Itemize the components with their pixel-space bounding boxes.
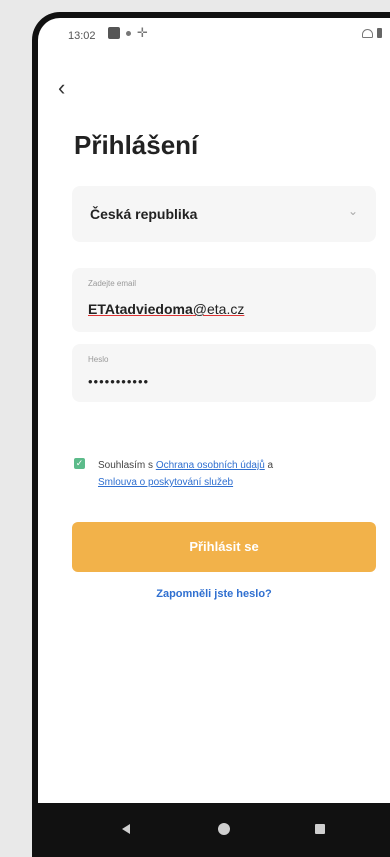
app-notification-icon [108,27,120,39]
email-field[interactable]: Zadejte email ETAtadviedoma@eta.cz [72,268,376,332]
country-select[interactable]: Česká republika ⌄ [72,186,376,242]
plus-notification-icon: ✛ [137,25,148,40]
consent-prefix: Souhlasím s [98,460,156,471]
battery-icon [377,28,382,38]
service-agreement-link[interactable]: Smlouva o poskytování služeb [98,477,233,488]
status-notification-icons: ✛ [108,25,148,40]
consent-middle: a [264,460,274,471]
password-field[interactable]: Heslo ••••••••••• [72,344,376,402]
email-label: Zadejte email [88,279,137,288]
login-screen: 13:02 ✛ ‹ Přihlášení Česká republika ⌄ Z… [38,18,390,818]
nav-recent-apps-icon[interactable] [315,824,325,834]
chevron-down-icon: ⌄ [347,204,358,218]
back-chevron-left-icon[interactable]: ‹ [58,76,78,100]
status-system-icons [362,28,382,38]
login-button[interactable]: Přihlásit se [72,522,376,572]
privacy-policy-link[interactable]: Ochrana osobních údajů [156,460,265,471]
nav-home-icon[interactable] [218,823,230,835]
system-nav-bar [32,803,390,857]
consent-checkbox[interactable]: ✓ [74,458,85,469]
page-title: Přihlášení [74,130,199,160]
country-value: Česká republika [90,206,198,222]
password-value: ••••••••••• [88,374,150,389]
email-value-user: ETAtadviedoma [88,301,193,317]
wifi-icon [362,28,373,38]
email-value-domain: @eta.cz [192,301,245,317]
email-value: ETAtadviedoma@eta.cz [88,301,244,317]
nav-back-icon[interactable] [122,824,130,834]
password-label: Heslo [88,355,109,364]
consent-text: Souhlasím s Ochrana osobních údajů a Sml… [98,457,374,491]
dot-notification-icon [126,30,131,36]
status-time: 13:02 [68,30,96,42]
forgot-password-link[interactable]: Zapomněli jste heslo? [38,588,390,600]
status-bar: 13:02 ✛ [38,18,390,48]
